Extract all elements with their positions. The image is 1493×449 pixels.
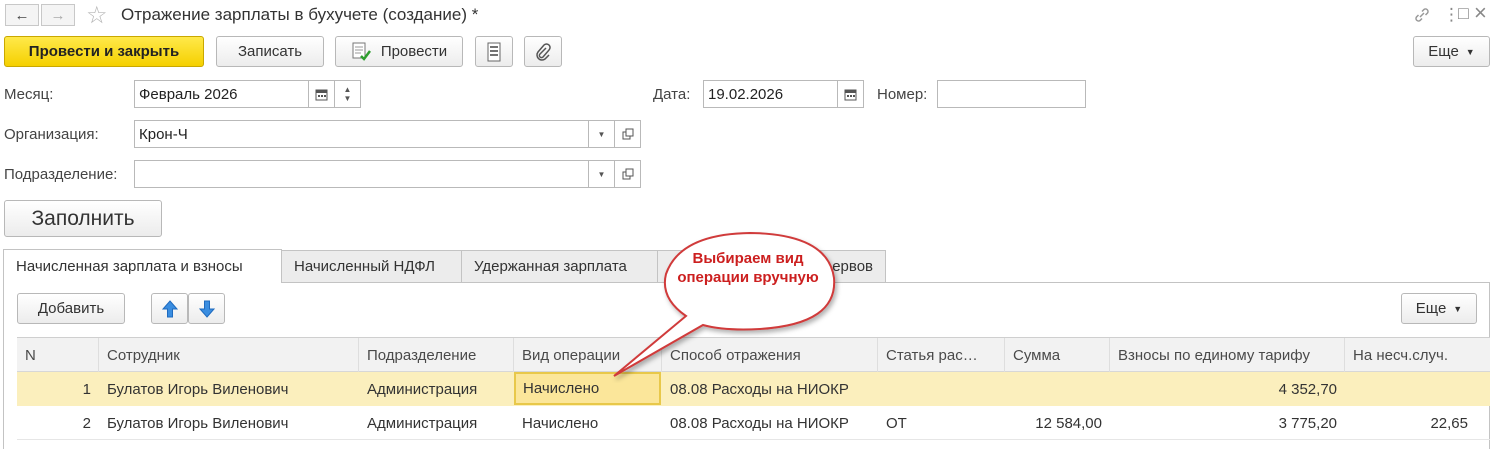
department-dropdown-button[interactable]: ▼ [588,160,615,188]
chevron-down-icon: ▼ [1465,46,1475,57]
close-icon[interactable]: × [1474,0,1487,26]
calendar-icon [315,89,328,100]
move-up-button[interactable] [151,293,188,324]
contributions-cell: 4 352,70 [1278,380,1337,398]
col-department[interactable]: Подразделение [359,338,514,372]
add-button[interactable]: Добавить [17,293,125,324]
department-cell: Администрация [367,414,478,432]
col-accident[interactable]: На несч.случ. [1345,338,1476,372]
forward-arrow-icon: → [50,6,66,24]
chevron-down-icon: ▼ [597,169,606,179]
move-down-button[interactable] [188,293,225,324]
sum-cell: 12 584,00 [1035,414,1102,432]
report-button[interactable] [475,36,513,67]
month-label: Месяц: [4,86,54,103]
organization-open-button[interactable] [614,120,641,148]
table-more-label: Еще [1415,300,1447,317]
article-cell [878,372,1005,406]
back-button[interactable]: ← [5,4,39,26]
callout-text: Выбираем вид операции вручную [677,250,819,286]
table-row[interactable]: 2 Булатов Игорь Виленович Администрация … [17,406,1490,440]
organization-label: Организация: [4,126,99,143]
date-field[interactable] [703,80,838,108]
accident-cell: 22,65 [1430,414,1468,432]
month-field[interactable] [134,80,309,108]
department-open-button[interactable] [614,160,641,188]
article-cell: ОТ [886,414,907,432]
contributions-cell: 3 775,20 [1278,414,1337,432]
chevron-down-icon: ▼ [1453,303,1463,314]
date-calendar-button[interactable] [837,80,864,108]
table-more-button[interactable]: Еще ▼ [1401,293,1477,324]
restore-window-icon[interactable]: □ [1458,3,1469,24]
row-number: 1 [82,380,91,398]
paperclip-icon [536,42,551,61]
list-report-icon [487,42,501,61]
number-field[interactable] [937,80,1086,108]
month-spinner[interactable]: ▲ ▼ [334,80,361,108]
more-button[interactable]: Еще ▼ [1413,36,1490,67]
favorite-star-icon[interactable]: ☆ [86,1,108,30]
post-button[interactable]: Провести [335,36,463,67]
calendar-button[interactable] [308,80,335,108]
tab-accrued-salary[interactable]: Начисленная зарплата и взносы [3,249,282,283]
employee-cell: Булатов Игорь Виленович [107,380,289,398]
post-button-label: Провести [380,43,448,60]
open-form-icon [622,128,633,140]
forward-button[interactable]: → [41,4,75,26]
open-form-icon [622,168,633,180]
organization-dropdown-button[interactable]: ▼ [588,120,615,148]
more-button-label: Еще [1428,43,1459,60]
employee-cell: Булатов Игорь Виленович [107,414,289,432]
fill-button[interactable]: Заполнить [4,200,162,237]
arrow-up-icon [161,299,178,317]
col-n[interactable]: N [17,338,99,372]
sum-cell [1005,372,1110,406]
department-cell: Администрация [367,380,478,398]
link-icon[interactable] [1413,6,1431,24]
department-label: Подразделение: [4,166,118,183]
number-label: Номер: [877,86,928,103]
save-button[interactable]: Записать [216,36,324,67]
calendar-icon [844,89,857,100]
back-arrow-icon: ← [14,6,30,24]
accident-cell [1345,372,1476,406]
window-title: Отражение зарплаты в бухучете (создание)… [121,5,479,24]
tab-accrued-ndfl[interactable]: Начисленный НДФЛ [281,250,462,282]
date-label: Дата: [653,86,691,103]
spin-down-icon[interactable]: ▼ [344,94,352,103]
method-cell: 08.08 Расходы на НИОКР [670,414,849,432]
col-expense-article[interactable]: Статья рас… [878,338,1005,372]
col-sum[interactable]: Сумма [1005,338,1110,372]
chevron-down-icon: ▼ [597,129,606,139]
operation-type-cell[interactable]: Начислено [514,406,662,440]
department-field[interactable] [134,160,589,188]
spin-up-icon[interactable]: ▲ [344,85,352,94]
row-number: 2 [82,414,91,432]
post-document-icon [352,42,371,61]
organization-field[interactable] [134,120,589,148]
col-contributions[interactable]: Взносы по единому тарифу [1110,338,1345,372]
arrow-down-icon [198,300,215,318]
attach-button[interactable] [524,36,562,67]
col-employee[interactable]: Сотрудник [99,338,359,372]
post-and-close-button[interactable]: Провести и закрыть [4,36,204,67]
